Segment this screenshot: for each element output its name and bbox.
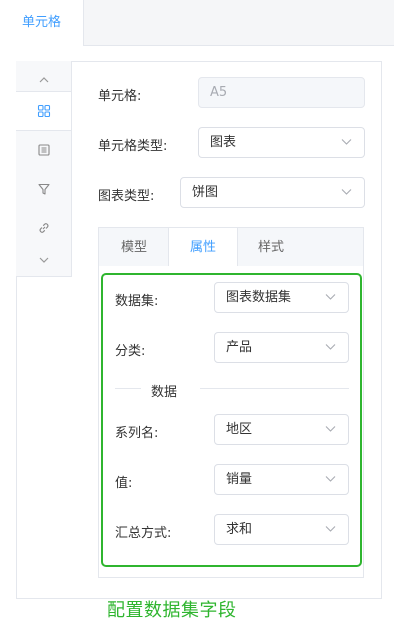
chart-type-label: 图表类型: — [98, 189, 155, 204]
side-rail — [16, 61, 72, 277]
rail-item-filter[interactable] — [16, 170, 71, 208]
chevron-down-icon — [39, 257, 48, 263]
chevron-down-icon — [341, 189, 352, 195]
cell-type-label: 单元格类型: — [98, 139, 168, 154]
rail-scroll-down-button[interactable] — [16, 241, 71, 279]
annotation-caption: 配置数据集字段 — [107, 600, 237, 621]
link-icon — [39, 223, 48, 233]
tab-style[interactable]: 样式 — [236, 228, 306, 267]
filter-icon — [37, 183, 50, 195]
chevron-up-icon — [39, 77, 48, 83]
rail-item-layout[interactable] — [16, 91, 71, 131]
tab-model[interactable]: 模型 — [99, 228, 169, 267]
cell-label: 单元格: — [98, 89, 142, 104]
cell-type-select[interactable]: 图表 — [198, 127, 365, 158]
tab-attributes[interactable]: 属性 — [168, 228, 238, 268]
sub-tab-bar: 模型 属性 样式 — [98, 227, 364, 268]
cell-input[interactable]: A5 — [198, 77, 365, 108]
grid-icon — [37, 104, 50, 118]
chevron-down-icon — [341, 139, 352, 145]
list-icon — [37, 144, 50, 156]
chart-type-value: 饼图 — [192, 185, 219, 200]
rail-item-list[interactable] — [16, 131, 71, 169]
highlight-box — [101, 273, 362, 567]
chart-type-select[interactable]: 饼图 — [180, 177, 365, 208]
cell-input-value: A5 — [210, 85, 228, 100]
cell-type-value: 图表 — [210, 135, 237, 150]
tab-cell[interactable]: 单元格 — [0, 0, 84, 46]
